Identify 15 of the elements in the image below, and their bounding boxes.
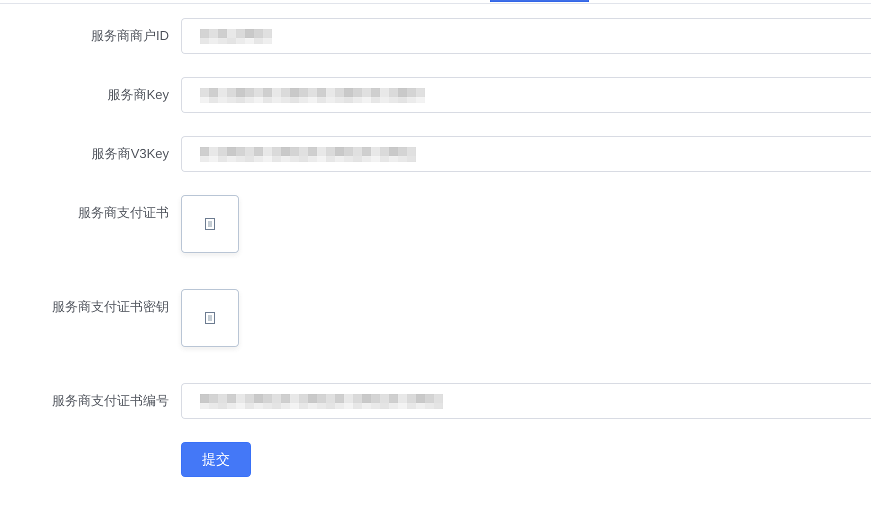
field-label: 服务商支付证书编号	[52, 392, 169, 410]
text-field[interactable]	[181, 136, 871, 172]
file-upload-box[interactable]	[181, 195, 239, 253]
document-icon	[205, 218, 215, 230]
document-icon	[205, 312, 215, 324]
file-upload-box[interactable]	[181, 289, 239, 347]
text-field[interactable]	[181, 77, 871, 113]
field-label: 服务商V3Key	[92, 145, 169, 164]
field-label: 服务商支付证书密钥	[52, 298, 169, 316]
field-label: 服务商商户ID	[91, 27, 169, 46]
text-field[interactable]	[181, 18, 871, 54]
field-label: 服务商支付证书	[78, 204, 169, 222]
field-label: 服务商Key	[108, 86, 169, 104]
text-field[interactable]	[181, 383, 871, 419]
submit-button[interactable]: 提交	[181, 442, 251, 477]
